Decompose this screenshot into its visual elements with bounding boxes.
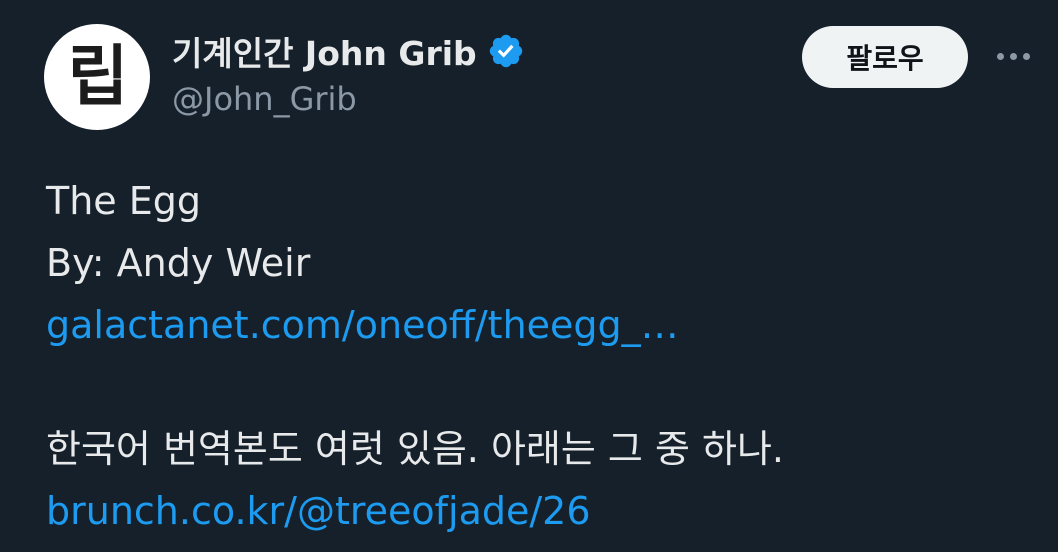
avatar-text: 립 [67, 38, 129, 115]
verified-badge-icon[interactable] [487, 32, 525, 70]
author-name-row: 기계인간 John Grib [172, 28, 525, 74]
more-dot [1009, 52, 1017, 60]
display-name[interactable]: 기계인간 John Grib [172, 27, 477, 75]
follow-button[interactable]: 팔로우 [802, 26, 968, 88]
tweet-card: 립 기계인간 John Grib @John_Grib 팔로우 The Egg … [0, 0, 1058, 552]
more-options-icon[interactable] [988, 38, 1038, 74]
tweet-link-galactanet[interactable]: galactanet.com/oneoff/theegg_… [46, 303, 679, 347]
avatar[interactable]: 립 [44, 24, 150, 130]
tweet-link-brunch[interactable]: brunch.co.kr/@treeofjade/26 [46, 489, 591, 533]
tweet-text: The Egg By: Andy Weir galactanet.com/one… [46, 170, 1026, 542]
more-dot [1022, 52, 1030, 60]
tweet-line-author: By: Andy Weir [46, 241, 311, 285]
more-dot [996, 52, 1004, 60]
tweet-line-korean: 한국어 번역본도 여럿 있음. 아래는 그 중 하나. [46, 427, 784, 471]
tweet-line-title: The Egg [46, 179, 202, 223]
user-handle[interactable]: @John_Grib [172, 80, 357, 118]
